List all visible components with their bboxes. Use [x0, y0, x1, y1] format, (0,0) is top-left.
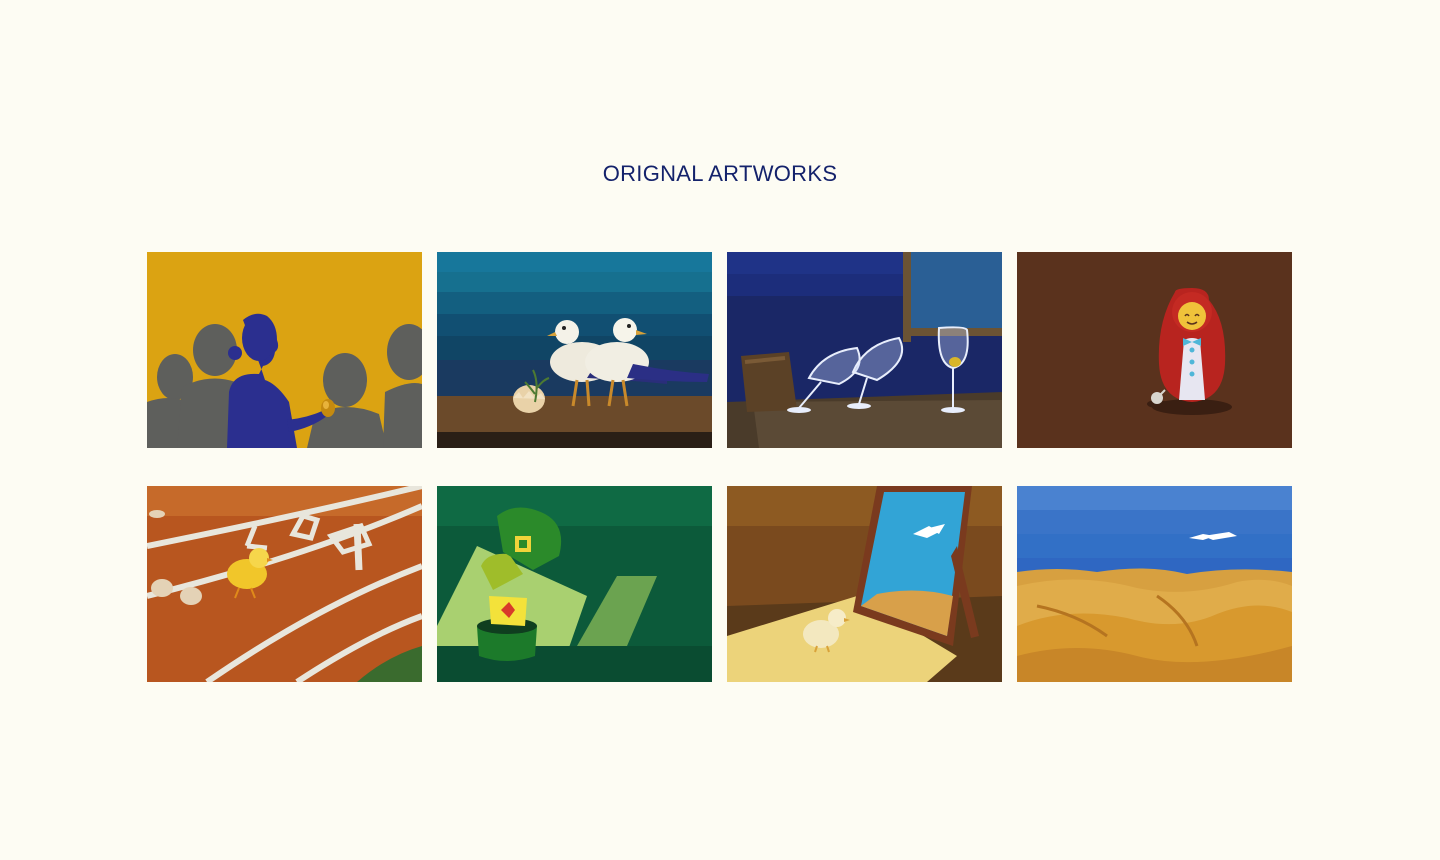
artwork-tile[interactable] — [1017, 252, 1292, 448]
artwork-tile[interactable] — [437, 486, 712, 682]
section-title: ORIGNAL ARTWORKS — [602, 161, 838, 186]
chick-on-running-track-artwork — [147, 486, 422, 682]
artwork-gallery — [147, 252, 1293, 682]
chick-and-mirror-artwork — [727, 486, 1002, 682]
artwork-tile[interactable] — [1017, 486, 1292, 682]
artwork-tile[interactable] — [437, 252, 712, 448]
artwork-tile[interactable] — [147, 252, 422, 448]
artwork-tile[interactable] — [727, 486, 1002, 682]
woman-with-golden-egg-artwork — [147, 252, 422, 448]
artwork-tile[interactable] — [727, 252, 1002, 448]
seagulls-with-egg-artwork — [437, 252, 712, 448]
desert-and-seagull-artwork — [1017, 486, 1292, 682]
wine-glasses-artwork — [727, 252, 1002, 448]
artworks-page: ORIGNAL ARTWORKS — [0, 0, 1440, 860]
matryoshka-doll-artwork — [1017, 252, 1292, 448]
artwork-tile[interactable] — [147, 486, 422, 682]
stacked-green-cups-artwork — [437, 486, 712, 682]
